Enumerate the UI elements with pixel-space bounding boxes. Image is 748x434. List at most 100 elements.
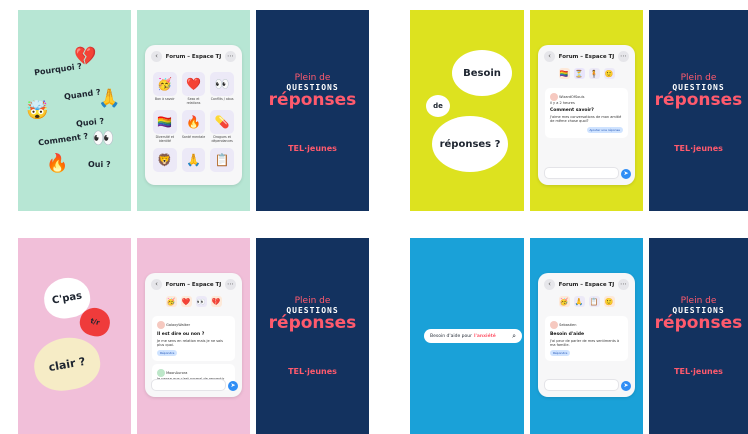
heart-cream: clair ? xyxy=(29,332,105,396)
more-icon[interactable]: ⋯ xyxy=(224,51,236,62)
face-icon[interactable]: 🙂 xyxy=(603,296,615,307)
back-icon[interactable]: ‹ xyxy=(544,51,555,62)
heart-icon[interactable]: ❤️ xyxy=(180,296,192,307)
word-quand: Quand ? xyxy=(63,87,102,102)
send-icon[interactable]: ➤ xyxy=(621,381,631,391)
hourglass-icon[interactable]: ⏳ xyxy=(573,68,585,79)
category-tile[interactable]: 🏳️‍🌈 Diversité et identité xyxy=(153,110,177,143)
brand-line1: Plein de xyxy=(680,296,717,306)
brand-block: Plein de QUESTIONS réponses TEL·jeunes xyxy=(649,73,748,153)
reply-button[interactable]: Répondre xyxy=(157,350,178,356)
phone-mockup: ‹ Forum – Espace TJ ⋯ 🏳️‍🌈 ⏳ 🧍 🙂 WizardO… xyxy=(538,45,635,185)
category-tile[interactable]: 📋 xyxy=(210,148,234,172)
message-input[interactable] xyxy=(151,379,226,391)
eyes-icon[interactable]: 👀 xyxy=(195,296,207,307)
panel-forum-categories: ‹ Forum – Espace TJ ⋯ 🥳 Bon à savoir ❤️ Se… xyxy=(137,10,250,211)
clipboard-icon: 📋 xyxy=(210,148,234,172)
category-chips: 🥳 🙏 📋 🙂 xyxy=(538,294,635,313)
forum-title: Forum – Espace TJ xyxy=(165,281,222,288)
avatar xyxy=(550,321,558,329)
category-chips: 🏳️‍🌈 ⏳ 🧍 🙂 xyxy=(538,66,635,85)
praying-hands-icon[interactable]: 🙏 xyxy=(573,296,585,307)
phone-mockup: ‹ Forum – Espace TJ ⋯ 🥳 🙏 📋 🙂 Sebastien … xyxy=(538,273,635,397)
bubble-besoin: Besoin xyxy=(452,50,512,96)
post-question: Il est dire ou non ? xyxy=(157,332,205,337)
broken-heart-icon[interactable]: 💔 xyxy=(210,296,222,307)
more-icon[interactable]: ⋯ xyxy=(617,51,629,62)
tile-label: Conflits / abus xyxy=(210,97,234,101)
post-meta: il y a 2 heures xyxy=(550,101,575,105)
category-tile[interactable]: 💊 Drogues et dépendances xyxy=(210,110,234,143)
panel-brand: Plein de QUESTIONS réponses TEL·jeunes xyxy=(256,10,369,211)
rainbow-flag-icon[interactable]: 🏳️‍🌈 xyxy=(558,68,570,79)
word-quoi: Quoi ? xyxy=(75,116,105,129)
clipboard-icon[interactable]: 📋 xyxy=(588,296,600,307)
panel-forum-help: ‹ Forum – Espace TJ ⋯ 🥳 🙏 📋 🙂 Sebastien … xyxy=(530,238,643,434)
broken-heart-icon: 💔 xyxy=(74,46,97,67)
send-icon[interactable]: ➤ xyxy=(228,381,238,391)
party-icon[interactable]: 🥳 xyxy=(558,296,570,307)
eyes-icon: 👀 xyxy=(210,72,234,96)
brand-logo: TEL·jeunes xyxy=(674,144,723,153)
panel-brand: Plein de QUESTIONS réponses TEL·jeunes xyxy=(256,238,369,434)
phone-header: ‹ Forum – Espace TJ ⋯ xyxy=(145,273,242,294)
category-tile[interactable]: 🙏 xyxy=(181,148,206,172)
panel-emoji-questions: Pourquoi ? 💔 Quand ? 🤯 🙏 Quoi ? Comment … xyxy=(18,10,131,211)
post-user: Sebastien xyxy=(559,323,577,327)
search-pill[interactable]: Besoin d'aide pour l'anxiété ⌕ xyxy=(424,329,522,343)
phone-header: ‹ Forum – Espace TJ ⋯ xyxy=(538,273,635,294)
back-icon[interactable]: ‹ xyxy=(544,279,555,290)
panel-hearts: C'pas t/r clair ? xyxy=(18,238,131,434)
more-icon[interactable]: ⋯ xyxy=(617,279,629,290)
back-icon[interactable]: ‹ xyxy=(151,279,162,290)
person-icon[interactable]: 🧍 xyxy=(588,68,600,79)
post-body: J'ai peur de parler de mes sentiments à … xyxy=(550,339,620,347)
phone-header: ‹ Forum – Espace TJ ⋯ xyxy=(145,45,242,66)
phone-header: ‹ Forum – Espace TJ ⋯ xyxy=(538,45,635,66)
post-card[interactable]: GalaxyWalker Il est dire ou non ? Je me … xyxy=(152,316,235,361)
message-input[interactable] xyxy=(544,379,619,391)
more-icon[interactable]: ⋯ xyxy=(224,279,236,290)
face-icon[interactable]: 🙂 xyxy=(603,68,615,79)
tile-label: Sexo et relations xyxy=(186,97,201,105)
rainbow-flag-icon: 🏳️‍🌈 xyxy=(153,110,177,134)
category-tile[interactable]: ❤️ Sexo et relations xyxy=(181,72,206,105)
tile-label: Diversité et identité xyxy=(155,135,175,143)
brand-logo: TEL·jeunes xyxy=(674,367,723,376)
forum-title: Forum – Espace TJ xyxy=(165,53,222,60)
category-tile[interactable]: 🥳 Bon à savoir xyxy=(153,72,177,105)
avatar xyxy=(157,369,165,377)
brand-block: Plein de QUESTIONS réponses TEL·jeunes xyxy=(256,296,369,376)
word-comment: Comment ? xyxy=(37,131,89,148)
word-oui: Oui ? xyxy=(88,160,111,169)
category-tile[interactable]: 🦁 xyxy=(153,148,177,172)
party-icon[interactable]: 🥳 xyxy=(165,296,177,307)
category-tile[interactable]: 👀 Conflits / abus xyxy=(210,72,234,105)
message-input[interactable] xyxy=(544,167,619,179)
tile-label: Drogues et dépendances xyxy=(211,135,233,143)
post-card[interactable]: WizardOfSouls il y a 2 heures Comment sa… xyxy=(545,88,628,138)
brand-line3: réponses xyxy=(268,90,357,110)
panel-forum-thread: ‹ Forum – Espace TJ ⋯ 🥳 ❤️ 👀 💔 GalaxyWal… xyxy=(137,238,250,434)
tile-label: Santé mentale xyxy=(181,135,206,139)
back-icon[interactable]: ‹ xyxy=(151,51,162,62)
praying-hands-icon: 🙏 xyxy=(98,88,121,109)
category-tile[interactable]: 🔥 Santé mentale xyxy=(181,110,206,143)
brand-block: Plein de QUESTIONS réponses TEL·jeunes xyxy=(256,73,369,153)
phone-mockup: ‹ Forum – Espace TJ ⋯ 🥳 Bon à savoir ❤️ Se… xyxy=(145,45,242,185)
post-question: Comment savoir? xyxy=(550,108,594,113)
reply-button[interactable]: Répondre xyxy=(550,350,571,356)
bubble-de: de xyxy=(426,95,450,117)
fire-icon: 🔥 xyxy=(181,110,206,134)
send-icon[interactable]: ➤ xyxy=(621,169,631,179)
phone-mockup: ‹ Forum – Espace TJ ⋯ 🥳 ❤️ 👀 💔 GalaxyWal… xyxy=(145,273,242,397)
reply-button[interactable]: Ajouter une réponse xyxy=(586,127,623,133)
category-chips: 🥳 ❤️ 👀 💔 xyxy=(145,294,242,313)
brand-logo: TEL·jeunes xyxy=(288,144,337,153)
avatar xyxy=(157,321,165,329)
forum-title: Forum – Espace TJ xyxy=(558,53,615,60)
post-body: J'aime mes conversations de mon amitié d… xyxy=(550,115,622,123)
post-card[interactable]: Sebastien Besoin d'aide J'ai peur de par… xyxy=(545,316,628,361)
avatar xyxy=(550,93,558,101)
post-user: WizardOfSouls xyxy=(559,95,585,99)
